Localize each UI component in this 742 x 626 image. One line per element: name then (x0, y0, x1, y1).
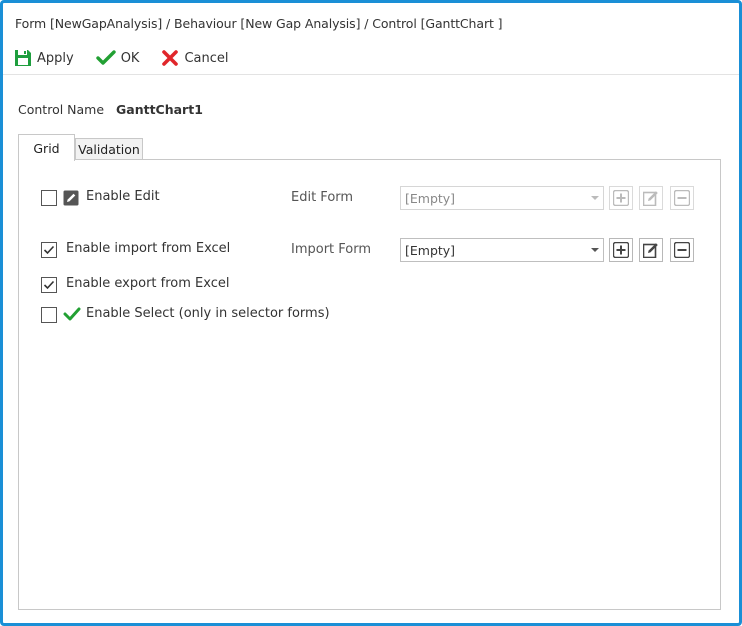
edit-form-label: Edit Form (291, 190, 354, 205)
import-form-select[interactable]: [Empty] (400, 238, 604, 262)
save-icon (14, 49, 32, 67)
chevron-down-icon (591, 196, 599, 200)
apply-label: Apply (37, 50, 74, 66)
tab-validation[interactable]: Validation (75, 138, 143, 160)
dialog-window: Form [NewGapAnalysis] / Behaviour [New G… (0, 0, 742, 626)
ok-button[interactable]: OK (96, 50, 140, 66)
edit-form-edit-button[interactable] (639, 186, 663, 210)
ok-label: OK (120, 50, 140, 66)
window-title: Form [NewGapAnalysis] / Behaviour [New G… (15, 16, 503, 31)
toolbar-divider (3, 74, 739, 75)
enable-export-label: Enable export from Excel (66, 276, 230, 291)
import-form-value: [Empty] (405, 243, 456, 258)
import-form-edit-button[interactable] (639, 238, 663, 262)
enable-import-label: Enable import from Excel (66, 241, 231, 256)
cancel-button[interactable]: Cancel (161, 49, 229, 67)
enable-edit-checkbox[interactable] (41, 190, 57, 206)
checkmark-icon (43, 280, 55, 290)
enable-select-label: Enable Select (only in selector forms) (86, 306, 330, 321)
enable-edit-label: Enable Edit (86, 189, 160, 204)
edit-form-remove-button[interactable] (670, 186, 694, 210)
pencil-icon (63, 190, 79, 210)
enable-select-checkbox[interactable] (41, 307, 57, 323)
control-name-value: GanttChart1 (116, 102, 203, 117)
edit-form-value: [Empty] (405, 191, 456, 206)
edit-form-select[interactable]: [Empty] (400, 186, 604, 210)
enable-import-checkbox[interactable] (41, 242, 57, 258)
import-form-remove-button[interactable] (670, 238, 694, 262)
select-checkmark-icon (63, 306, 81, 326)
enable-export-checkbox[interactable] (41, 277, 57, 293)
chevron-down-icon (591, 248, 599, 252)
import-form-add-button[interactable] (609, 238, 633, 262)
tab-grid[interactable]: Grid (18, 134, 75, 161)
x-icon (161, 49, 179, 67)
checkmark-icon (96, 50, 116, 66)
checkmark-icon (43, 245, 55, 255)
toolbar: Apply OK Cancel (14, 47, 251, 69)
control-name-label: Control Name (18, 102, 105, 117)
import-form-label: Import Form (291, 242, 372, 257)
cancel-label: Cancel (184, 50, 229, 66)
apply-button[interactable]: Apply (14, 49, 74, 67)
grid-tab-panel: Enable Edit Edit Form [Empty] Enable imp… (18, 159, 721, 610)
edit-form-add-button[interactable] (609, 186, 633, 210)
